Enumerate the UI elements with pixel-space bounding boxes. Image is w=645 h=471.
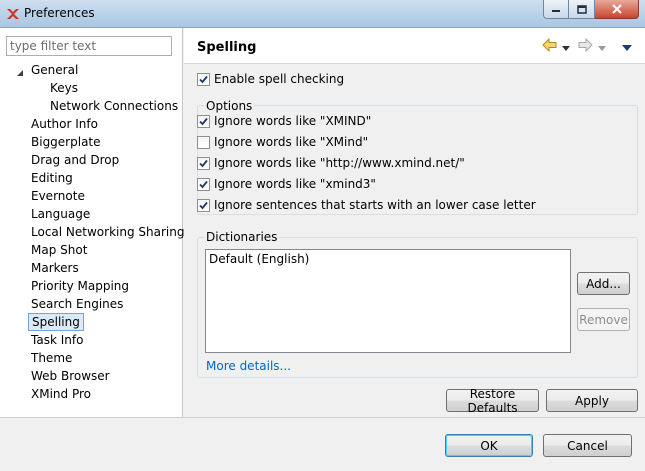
tree-expand-icon[interactable] <box>17 66 24 80</box>
tree-item[interactable]: Search Engines <box>28 295 126 313</box>
dictionaries-group-label: Dictionaries <box>204 230 280 244</box>
close-button[interactable] <box>595 0 639 19</box>
ok-button[interactable]: OK <box>445 434 533 457</box>
tree-item[interactable]: Priority Mapping <box>28 277 132 295</box>
options-group-label: Options <box>204 99 255 113</box>
spelling-page: Spelling Enable spell checking Options I… <box>184 28 645 417</box>
xmind-app-icon <box>6 7 20 21</box>
checkmark-icon <box>199 159 208 167</box>
option-row[interactable]: Ignore words like "http://www.xmind.net/… <box>197 154 465 172</box>
tree-item[interactable]: Spelling <box>28 313 84 331</box>
tree-item[interactable]: Network Connections <box>47 97 181 115</box>
back-arrow-icon[interactable] <box>542 37 557 55</box>
window-controls <box>543 0 639 20</box>
option-row[interactable]: Ignore words like "XMind" <box>197 133 368 151</box>
title-bar: Preferences <box>0 0 645 28</box>
tree-item[interactable]: Theme <box>28 349 75 367</box>
option-checkbox[interactable] <box>197 198 210 212</box>
view-menu-icon[interactable] <box>622 41 632 55</box>
tree-item[interactable]: Editing <box>28 169 76 187</box>
back-dropdown-icon[interactable] <box>562 41 570 55</box>
cancel-button[interactable]: Cancel <box>543 434 632 457</box>
tree-item[interactable]: Evernote <box>28 187 88 205</box>
option-row[interactable]: Ignore sentences that starts with an low… <box>197 196 536 214</box>
option-checkbox[interactable] <box>197 156 210 170</box>
filter-input[interactable] <box>6 36 172 56</box>
dictionary-list[interactable]: Default (English) <box>205 249 571 353</box>
tree-item[interactable]: Markers <box>28 259 82 277</box>
restore-defaults-button[interactable]: Restore Defaults <box>446 387 539 415</box>
option-checkbox[interactable] <box>197 177 210 191</box>
add-dictionary-button[interactable]: Add... <box>577 272 630 295</box>
dialog-button-bar: OK Cancel <box>0 417 645 471</box>
tree-item[interactable]: Author Info <box>28 115 101 133</box>
tree-item[interactable]: Map Shot <box>28 241 90 259</box>
checkmark-icon <box>199 117 208 125</box>
option-row[interactable]: Ignore words like "XMIND" <box>197 112 371 130</box>
checkmark-icon <box>199 75 208 83</box>
apply-button[interactable]: Apply <box>546 389 638 412</box>
tree-item[interactable]: XMind Pro <box>28 385 94 403</box>
page-title: Spelling <box>197 40 257 55</box>
close-icon <box>611 4 622 14</box>
tree-item[interactable]: General <box>28 61 81 79</box>
enable-spell-checking-checkbox[interactable] <box>197 72 210 86</box>
tree-item[interactable]: Keys <box>47 79 81 97</box>
window-title: Preferences <box>24 6 95 20</box>
option-label: Ignore sentences that starts with an low… <box>214 198 536 212</box>
tree-item[interactable]: Language <box>28 205 93 223</box>
tree-item[interactable]: Task Info <box>28 331 86 349</box>
minimize-button[interactable] <box>543 0 569 19</box>
dictionary-entry[interactable]: Default (English) <box>209 252 309 266</box>
forward-arrow-icon[interactable] <box>578 37 593 55</box>
option-row[interactable]: Ignore words like "xmind3" <box>197 175 376 193</box>
maximize-icon <box>576 4 587 14</box>
option-label: Ignore words like "XMIND" <box>214 114 372 128</box>
forward-dropdown-icon[interactable] <box>598 41 606 55</box>
minimize-icon <box>552 10 560 12</box>
tree-item[interactable]: Local Networking Sharing <box>28 223 187 241</box>
tree-item[interactable]: Biggerplate <box>28 133 104 151</box>
checkmark-icon <box>199 201 208 209</box>
remove-dictionary-button[interactable]: Remove <box>577 308 630 331</box>
tree-item[interactable]: Drag and Drop <box>28 151 122 169</box>
page-header: Spelling <box>184 28 645 64</box>
option-label: Ignore words like "http://www.xmind.net/… <box>214 156 465 170</box>
option-checkbox[interactable] <box>197 135 210 149</box>
more-details-link[interactable]: More details... <box>206 359 291 373</box>
maximize-button[interactable] <box>569 0 595 19</box>
enable-spell-checking-label: Enable spell checking <box>214 72 345 86</box>
preference-tree-pane: GeneralKeysNetwork ConnectionsAuthor Inf… <box>0 28 184 417</box>
enable-spell-checking-row[interactable]: Enable spell checking <box>197 70 344 88</box>
option-label: Ignore words like "XMind" <box>214 135 369 149</box>
tree-item[interactable]: Web Browser <box>28 367 113 385</box>
option-label: Ignore words like "xmind3" <box>214 177 376 191</box>
option-checkbox[interactable] <box>197 114 210 128</box>
checkmark-icon <box>199 180 208 188</box>
